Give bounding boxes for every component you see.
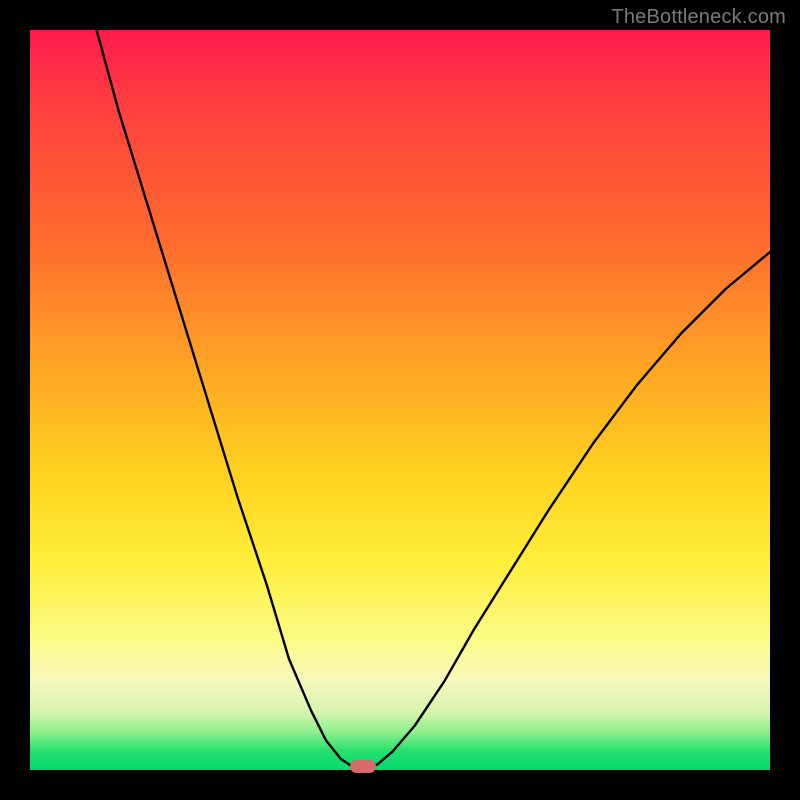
watermark-text: TheBottleneck.com	[611, 6, 786, 29]
chart-frame: TheBottleneck.com	[0, 0, 800, 800]
plot-area	[30, 30, 770, 770]
bottleneck-curve	[30, 30, 770, 770]
optimal-marker	[350, 760, 376, 773]
